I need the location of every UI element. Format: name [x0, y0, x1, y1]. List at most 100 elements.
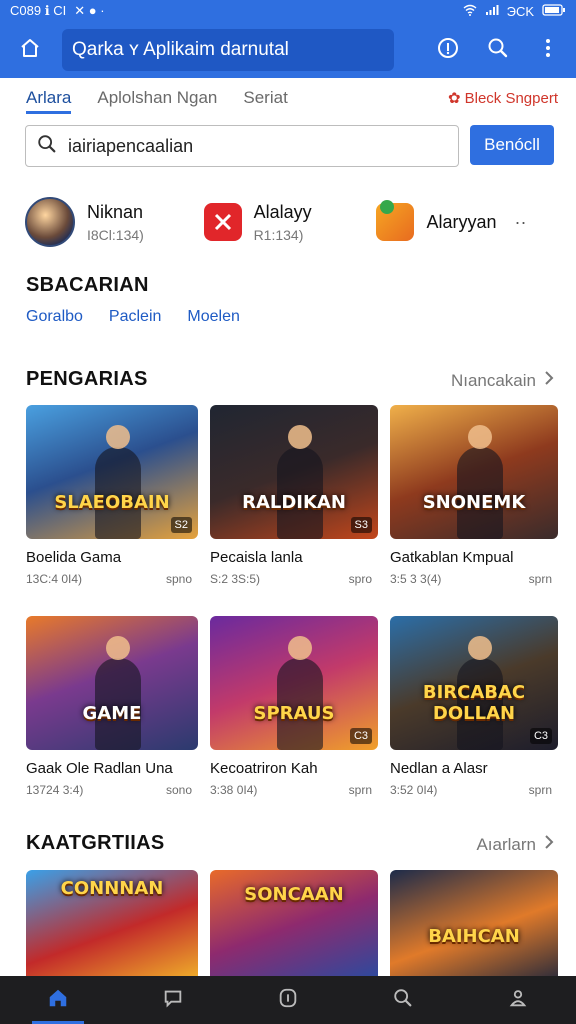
app-meta: Alaryyan — [426, 212, 496, 233]
more-vert-icon — [536, 36, 560, 65]
game-badge: C3 — [349, 728, 372, 744]
game-title: Kecoatriron Kah — [210, 760, 318, 777]
category-thumbnail: CONNNAN — [26, 870, 198, 980]
category-logo: CONNNAN — [60, 878, 164, 899]
more-dots-icon[interactable]: ·· — [514, 212, 526, 233]
game-tag: spro — [348, 572, 372, 586]
games-grid-row2: GAME Gaak Ole Radlan Una 13724 3:4) sono… — [26, 616, 562, 797]
app-logo-icon — [376, 200, 415, 241]
nav-search[interactable] — [375, 976, 431, 1024]
game-card[interactable]: SLAEOBAIN S2 Boelida Gama 13C:4 0I4) spn… — [26, 405, 198, 586]
search-submit-button[interactable]: Benócll — [470, 125, 554, 165]
tab-seriat[interactable]: Seriat — [243, 82, 287, 114]
app-meta: Alalayy R1:134) — [254, 202, 312, 243]
category-logo: BAIHCAN — [428, 926, 520, 947]
game-thumbnail: SPRAUS C3 — [210, 616, 378, 750]
nav-profile[interactable] — [490, 976, 546, 1024]
section-title-sbacarian: SBACARIAN — [26, 274, 149, 296]
category-card[interactable]: CONNNAN — [26, 870, 198, 980]
search-icon — [486, 36, 510, 65]
game-stats: 3:52 0I4) — [390, 783, 438, 797]
game-thumbnail: BIRCABAC DOLLAN C3 — [390, 616, 558, 750]
see-more-link[interactable]: Nıancakain — [451, 370, 554, 391]
game-logo: SPRAUS — [253, 703, 335, 724]
game-meta: 3:52 0I4) sprn — [390, 783, 558, 797]
chevron-right-icon — [544, 370, 554, 391]
app-screen: C089 ℹ CI ✕ ● · ЭCK Qarka ʏ Aplikaim dar… — [0, 0, 576, 1024]
game-card[interactable]: SPRAUS C3 Kecoatriron Kah 3:38 0I4) sprn — [210, 616, 378, 797]
app-item-niknan[interactable]: Niknan I8Cl:134) — [25, 194, 204, 250]
status-right: ЭCK — [463, 4, 566, 19]
tab-aplolshan-ngan[interactable]: Aplolshan Ngan — [97, 82, 217, 114]
see-all-link[interactable]: Aıarlarn — [476, 834, 554, 855]
recent-apps-row: Niknan I8Cl:134) Alalayy R1:134) Alaryya… — [25, 194, 555, 250]
bottom-navigation — [0, 976, 576, 1024]
black-support-label: Bleck Sngpert — [464, 89, 558, 107]
search-icon — [392, 987, 414, 1014]
nav-chat[interactable] — [145, 976, 201, 1024]
game-tag: sprn — [348, 783, 372, 797]
game-stats: 3:5 3 3(4) — [390, 572, 442, 586]
status-notification-icons: ✕ ● · — [74, 3, 105, 18]
app-item-alalayy[interactable]: Alalayy R1:134) — [203, 194, 377, 250]
game-meta: 3:5 3 3(4) sprn — [390, 572, 558, 586]
chip-paclein[interactable]: Paclein — [109, 308, 161, 326]
game-card[interactable]: SNONEMK Gatkablan Kmpual 3:5 3 3(4) sprn — [390, 405, 558, 586]
filter-chips: Goralbo Paclein Moelen — [26, 308, 240, 326]
info-icon — [436, 36, 460, 65]
category-card[interactable]: SONCAAN — [210, 870, 378, 980]
games-grid: SLAEOBAIN S2 Boelida Gama 13C:4 0I4) spn… — [26, 405, 562, 586]
home-button[interactable] — [8, 28, 52, 72]
header-title-field[interactable]: Qarka ʏ Aplikaim darnutal — [62, 29, 394, 71]
game-meta: S:2 3S:5) spro — [210, 572, 378, 586]
category-grid: CONNNAN SONCAAN BAIHCAN — [26, 870, 562, 980]
game-card[interactable]: GAME Gaak Ole Radlan Una 13724 3:4) sono — [26, 616, 198, 797]
game-thumbnail: RALDIKAN S3 — [210, 405, 378, 539]
status-time: C089 ℹ CI — [10, 3, 67, 18]
see-all-label: Aıarlarn — [476, 834, 536, 854]
app-name: Niknan — [87, 201, 144, 222]
chip-moelen[interactable]: Moelen — [187, 308, 239, 326]
search-input[interactable] — [68, 135, 428, 157]
search-button[interactable] — [476, 28, 520, 72]
game-logo: SLAEOBAIN — [54, 492, 170, 513]
app-logo-icon — [203, 203, 242, 241]
app-item-alaryyan[interactable]: Alaryyan ·· — [376, 194, 555, 250]
game-title: Gaak Ole Radlan Una — [26, 760, 173, 777]
avatar — [25, 197, 75, 247]
game-title: Pecaisla lanla — [210, 549, 303, 566]
signal-icon — [485, 4, 499, 19]
category-card[interactable]: BAIHCAN — [390, 870, 558, 980]
category-thumbnail: SONCAAN — [210, 870, 378, 980]
game-tag: sprn — [528, 572, 552, 586]
game-stats: S:2 3S:5) — [210, 572, 261, 586]
app-name: Alalayy — [253, 201, 312, 222]
nav-badge[interactable] — [260, 976, 316, 1024]
status-left: C089 ℹ CI ✕ ● · — [10, 3, 105, 19]
info-button[interactable] — [426, 28, 470, 72]
section-title-pengarias: PENGARIAS — [26, 368, 148, 390]
nav-home[interactable] — [30, 976, 86, 1024]
game-stats: 13724 3:4) — [26, 783, 84, 797]
app-meta: Niknan I8Cl:134) — [87, 202, 144, 243]
app-bar-actions — [426, 28, 570, 72]
game-meta: 13724 3:4) sono — [26, 783, 198, 797]
game-logo: BIRCABAC DOLLAN — [422, 682, 526, 724]
game-card[interactable]: BIRCABAC DOLLAN C3 Nedlan a Alasr 3:52 0… — [390, 616, 558, 797]
more-menu-button[interactable] — [526, 28, 570, 72]
game-title: Nedlan a Alasr — [390, 760, 488, 777]
game-title: Boelida Gama — [26, 549, 122, 566]
wifi-icon — [463, 4, 477, 19]
app-subtitle: I8Cl:134) — [87, 226, 144, 243]
game-meta: 3:38 0I4) sprn — [210, 783, 378, 797]
category-thumbnail: BAIHCAN — [390, 870, 558, 980]
chip-goralbo[interactable]: Goralbo — [26, 308, 83, 326]
badge-icon — [277, 987, 299, 1014]
game-stats: 13C:4 0I4) — [26, 572, 83, 586]
category-logo: SONCAAN — [244, 884, 344, 905]
black-support-link[interactable]: ✿ Bleck Sngpert — [448, 82, 558, 108]
game-meta: 13C:4 0I4) spno — [26, 572, 198, 586]
tab-arlara[interactable]: Arlara — [26, 82, 72, 114]
game-card[interactable]: RALDIKAN S3 Pecaisla lanla S:2 3S:5) spr… — [210, 405, 378, 586]
app-name: Alaryyan — [426, 211, 497, 232]
